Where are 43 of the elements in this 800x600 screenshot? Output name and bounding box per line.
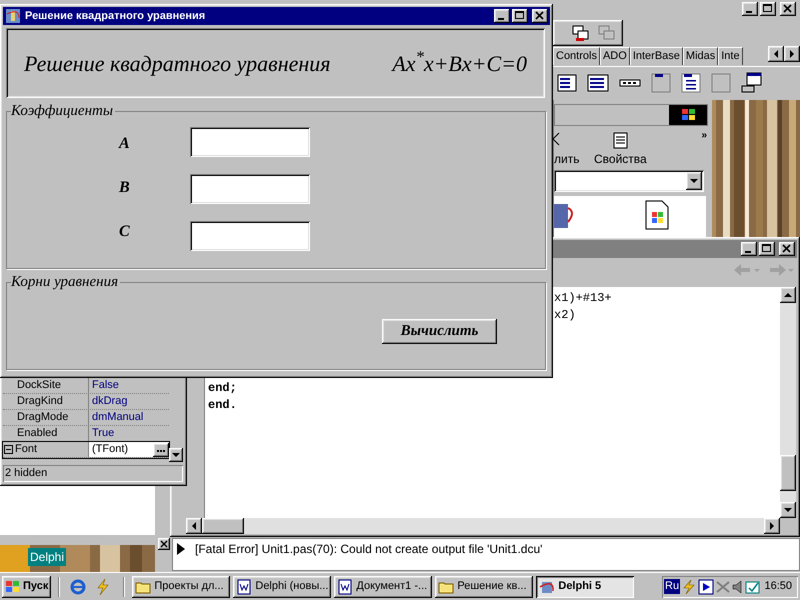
language-indicator[interactable]: Ru xyxy=(664,579,680,594)
palette-tab[interactable]: InterBase xyxy=(630,47,683,65)
field-label: C xyxy=(119,222,130,242)
property-name: Font xyxy=(15,442,38,458)
taskbar-button[interactable]: Delphi 5 xyxy=(536,576,634,598)
property-name: DragMode xyxy=(17,410,68,426)
code-line: x1)+#13+ xyxy=(554,290,612,307)
property-value: False xyxy=(92,378,120,394)
toolbar-button[interactable]: лить xyxy=(554,132,594,168)
group-caption: Корни уравнения xyxy=(11,273,120,291)
property-name: Enabled xyxy=(17,426,58,442)
header-title: Решение квадратного уравнения xyxy=(24,50,331,78)
formula-text: Ax$^{*}$x+Bx+C=0 xyxy=(392,46,527,78)
code-line: end; xyxy=(208,380,237,397)
start-button[interactable]: Пуск xyxy=(2,576,52,598)
message-text: [Fatal Error] Unit1.pas(70): Could not create output file 'Unit1.dcu' xyxy=(195,541,542,558)
code-line: x2) xyxy=(554,307,576,324)
taskbar-button[interactable]: Документ1 -... xyxy=(334,576,432,598)
desktop-icon-label[interactable]: Delphi xyxy=(28,548,66,566)
group-caption: Коэффициенты xyxy=(11,102,115,120)
toolbar-button[interactable]: Свойства xyxy=(592,150,649,168)
field-label: A xyxy=(119,134,130,154)
property-value: dkDrag xyxy=(92,394,128,410)
property-row[interactable]: DragMode dmManual xyxy=(3,410,169,426)
status-bar: 2 hidden xyxy=(3,465,183,482)
code-line: end. xyxy=(208,397,237,414)
palette-tab[interactable]: ADO xyxy=(600,47,630,65)
property-name: DockSite xyxy=(17,378,62,394)
palette-tab[interactable]: Inte xyxy=(718,47,743,65)
property-row[interactable]: Font (TFont) xyxy=(3,442,169,458)
more-chevron[interactable]: » xyxy=(701,128,707,143)
palette-tab[interactable]: Midas xyxy=(682,47,718,65)
taskbar-button[interactable]: Проекты дл... xyxy=(132,576,230,598)
taskbar-button[interactable]: Delphi (новы... xyxy=(233,576,332,598)
window-title: Решение квадратного уравнения xyxy=(25,8,206,24)
clock: 16:50 xyxy=(764,579,793,594)
property-value: True xyxy=(92,426,116,442)
taskbar-button[interactable]: Решение кв... xyxy=(435,576,534,598)
calculate-button[interactable]: Вычислить xyxy=(382,319,497,344)
field-label: B xyxy=(119,178,130,198)
property-name: DragKind xyxy=(17,394,63,410)
property-row[interactable]: DragKind dkDrag xyxy=(3,394,169,410)
property-value: dmManual xyxy=(92,410,144,426)
